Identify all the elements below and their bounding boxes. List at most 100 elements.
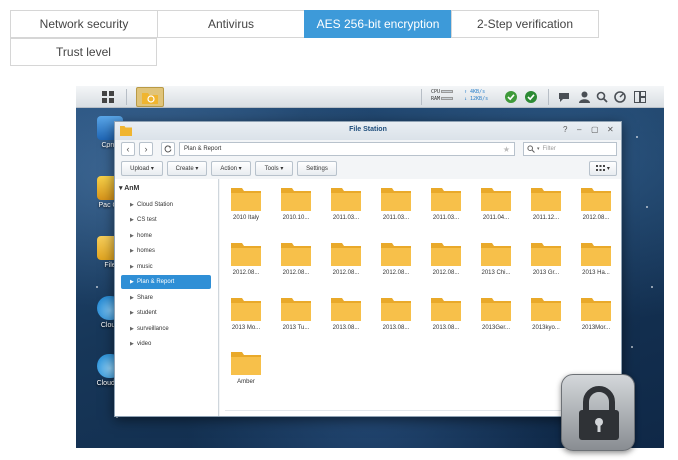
folder-item[interactable]: 2011.04... xyxy=(472,185,520,221)
tree-item-video[interactable]: ▶ video xyxy=(121,337,211,351)
folder-item[interactable]: 2010.10... xyxy=(272,185,320,221)
file-grid: 2010 Italy 2010.10... 2011.03... 2011.03...… xyxy=(220,179,621,416)
file-station-taskbar-icon[interactable] xyxy=(136,87,164,107)
tree-item-plan-report[interactable]: ▶ Plan & Report xyxy=(121,275,211,289)
folder-item[interactable]: 2010 Italy xyxy=(222,185,270,221)
folder-label: 2013.08... xyxy=(332,325,360,331)
filter-input[interactable]: ▾ Filter xyxy=(523,142,617,156)
folder-label: 2012.08... xyxy=(432,270,460,276)
folder-item[interactable]: 2012.08... xyxy=(272,240,320,276)
folder-label: 2013 Ha... xyxy=(582,270,610,276)
tab-aes-encryption[interactable]: AES 256-bit encryption xyxy=(304,10,452,38)
folder-item[interactable]: 2011.03... xyxy=(422,185,470,221)
user-icon[interactable] xyxy=(576,87,592,107)
folder-item[interactable]: 2013.08... xyxy=(372,295,420,331)
navigation-bar: ‹ › Plan & Report ★ ▾ Filter xyxy=(115,140,621,160)
tab-network-security[interactable]: Network security xyxy=(10,10,158,38)
tab-2-step-verification[interactable]: 2-Step verification xyxy=(451,10,599,38)
folder-icon xyxy=(481,188,511,211)
folder-icon xyxy=(581,243,611,266)
folder-item[interactable]: Amber xyxy=(222,349,270,385)
maximize-icon[interactable]: ▢ xyxy=(591,125,599,134)
folder-icon xyxy=(231,188,261,211)
show-desktop-icon[interactable] xyxy=(632,87,648,107)
ram-label: RAM xyxy=(431,96,441,102)
folder-label: 2011.12... xyxy=(532,215,560,221)
folder-item[interactable]: 2013 Mo... xyxy=(222,295,270,331)
refresh-icon xyxy=(164,145,172,153)
folder-item[interactable]: 2013 Chi... xyxy=(472,240,520,276)
cloud-sync-icon[interactable] xyxy=(522,87,540,107)
tree-item-student[interactable]: ▶ student xyxy=(121,306,211,320)
folder-item[interactable]: 2012.08... xyxy=(422,240,470,276)
tree-item-music[interactable]: ▶ music xyxy=(121,260,211,274)
view-mode-button[interactable]: ▾ xyxy=(589,161,617,176)
taskbar: CPU RAM ↑ 4KB/s ↓ 12KB/s xyxy=(76,86,664,108)
folder-icon xyxy=(581,188,611,211)
search-icon[interactable] xyxy=(594,87,610,107)
close-icon[interactable]: ✕ xyxy=(607,125,614,134)
folder-item[interactable]: 2013Mor... xyxy=(572,295,620,331)
forward-button[interactable]: › xyxy=(139,142,153,156)
tab-antivirus[interactable]: Antivirus xyxy=(157,10,305,38)
folder-label: 2012.08... xyxy=(282,270,310,276)
folder-tree: ▾ AnM ▶ Cloud Station ▶ CS test ▶ home ▶ hom… xyxy=(115,179,219,416)
minimize-icon[interactable]: – xyxy=(577,125,581,134)
tree-item-surveillance[interactable]: ▶ surveillance xyxy=(121,322,211,336)
notifications-icon[interactable] xyxy=(556,87,572,107)
folder-item[interactable]: 2012.08... xyxy=(322,240,370,276)
upload-button[interactable]: Upload ▾ xyxy=(121,161,163,176)
folder-icon xyxy=(431,188,461,211)
folder-label: 2011.04... xyxy=(482,215,510,221)
folder-item[interactable]: 2011.03... xyxy=(322,185,370,221)
filter-placeholder: Filter xyxy=(542,146,556,152)
folder-label: 2013 Chi... xyxy=(481,270,511,276)
tree-item-share[interactable]: ▶ Share xyxy=(121,291,211,305)
folder-item[interactable]: 2013Ger... xyxy=(472,295,520,331)
folder-icon xyxy=(531,298,561,321)
tree-item-home[interactable]: ▶ home xyxy=(121,229,211,243)
create-button[interactable]: Create ▾ xyxy=(167,161,207,176)
folder-item[interactable]: 2012.08... xyxy=(222,240,270,276)
cpu-label: CPU xyxy=(431,89,441,95)
tab-trust-level[interactable]: Trust level xyxy=(10,38,157,66)
resource-monitor[interactable]: CPU RAM xyxy=(431,89,454,103)
folder-item[interactable]: 2013.08... xyxy=(322,295,370,331)
action-button[interactable]: Action ▾ xyxy=(211,161,251,176)
tree-item-homes[interactable]: ▶ homes xyxy=(121,244,211,258)
folder-item[interactable]: 2012.08... xyxy=(572,185,620,221)
folder-item[interactable]: 2012.08... xyxy=(372,240,420,276)
folder-item[interactable]: 2013 Ha... xyxy=(572,240,620,276)
folder-item[interactable]: 2011.03... xyxy=(372,185,420,221)
folder-icon xyxy=(231,298,261,321)
tree-item-cloud-station[interactable]: ▶ Cloud Station xyxy=(121,198,211,212)
refresh-button[interactable] xyxy=(161,142,175,156)
folder-icon xyxy=(231,352,261,375)
help-icon[interactable]: ? xyxy=(563,125,567,134)
sync-status-icon[interactable] xyxy=(502,87,520,107)
tree-item-cs-test[interactable]: ▶ CS test xyxy=(121,213,211,227)
folder-icon xyxy=(331,243,361,266)
folder-item[interactable]: 2013kyo... xyxy=(522,295,570,331)
folder-label: 2013Mor... xyxy=(581,325,611,331)
favorite-star-icon[interactable]: ★ xyxy=(503,145,510,154)
folder-label: 2013Ger... xyxy=(481,325,511,331)
window-titlebar[interactable]: File Station ? – ▢ ✕ xyxy=(115,122,621,140)
upload-speed: 4KB/s xyxy=(470,89,486,95)
folder-item[interactable]: 2011.12... xyxy=(522,185,570,221)
folder-item[interactable]: 2013.08... xyxy=(422,295,470,331)
back-button[interactable]: ‹ xyxy=(121,142,135,156)
folder-label: 2012.08... xyxy=(232,270,260,276)
folder-item[interactable]: 2013 Gr... xyxy=(522,240,570,276)
tree-root[interactable]: ▾ AnM xyxy=(119,184,139,192)
folder-icon xyxy=(381,298,411,321)
folder-label: 2013 Mo... xyxy=(231,325,261,331)
folder-item[interactable]: 2013 Tu... xyxy=(272,295,320,331)
lock-icon xyxy=(561,374,635,451)
main-menu-icon[interactable] xyxy=(98,87,118,107)
path-text: Plan & Report xyxy=(184,146,222,152)
widgets-icon[interactable] xyxy=(612,87,628,107)
tools-button[interactable]: Tools ▾ xyxy=(255,161,293,176)
path-field[interactable]: Plan & Report ★ xyxy=(179,142,515,156)
settings-button[interactable]: Settings xyxy=(297,161,337,176)
